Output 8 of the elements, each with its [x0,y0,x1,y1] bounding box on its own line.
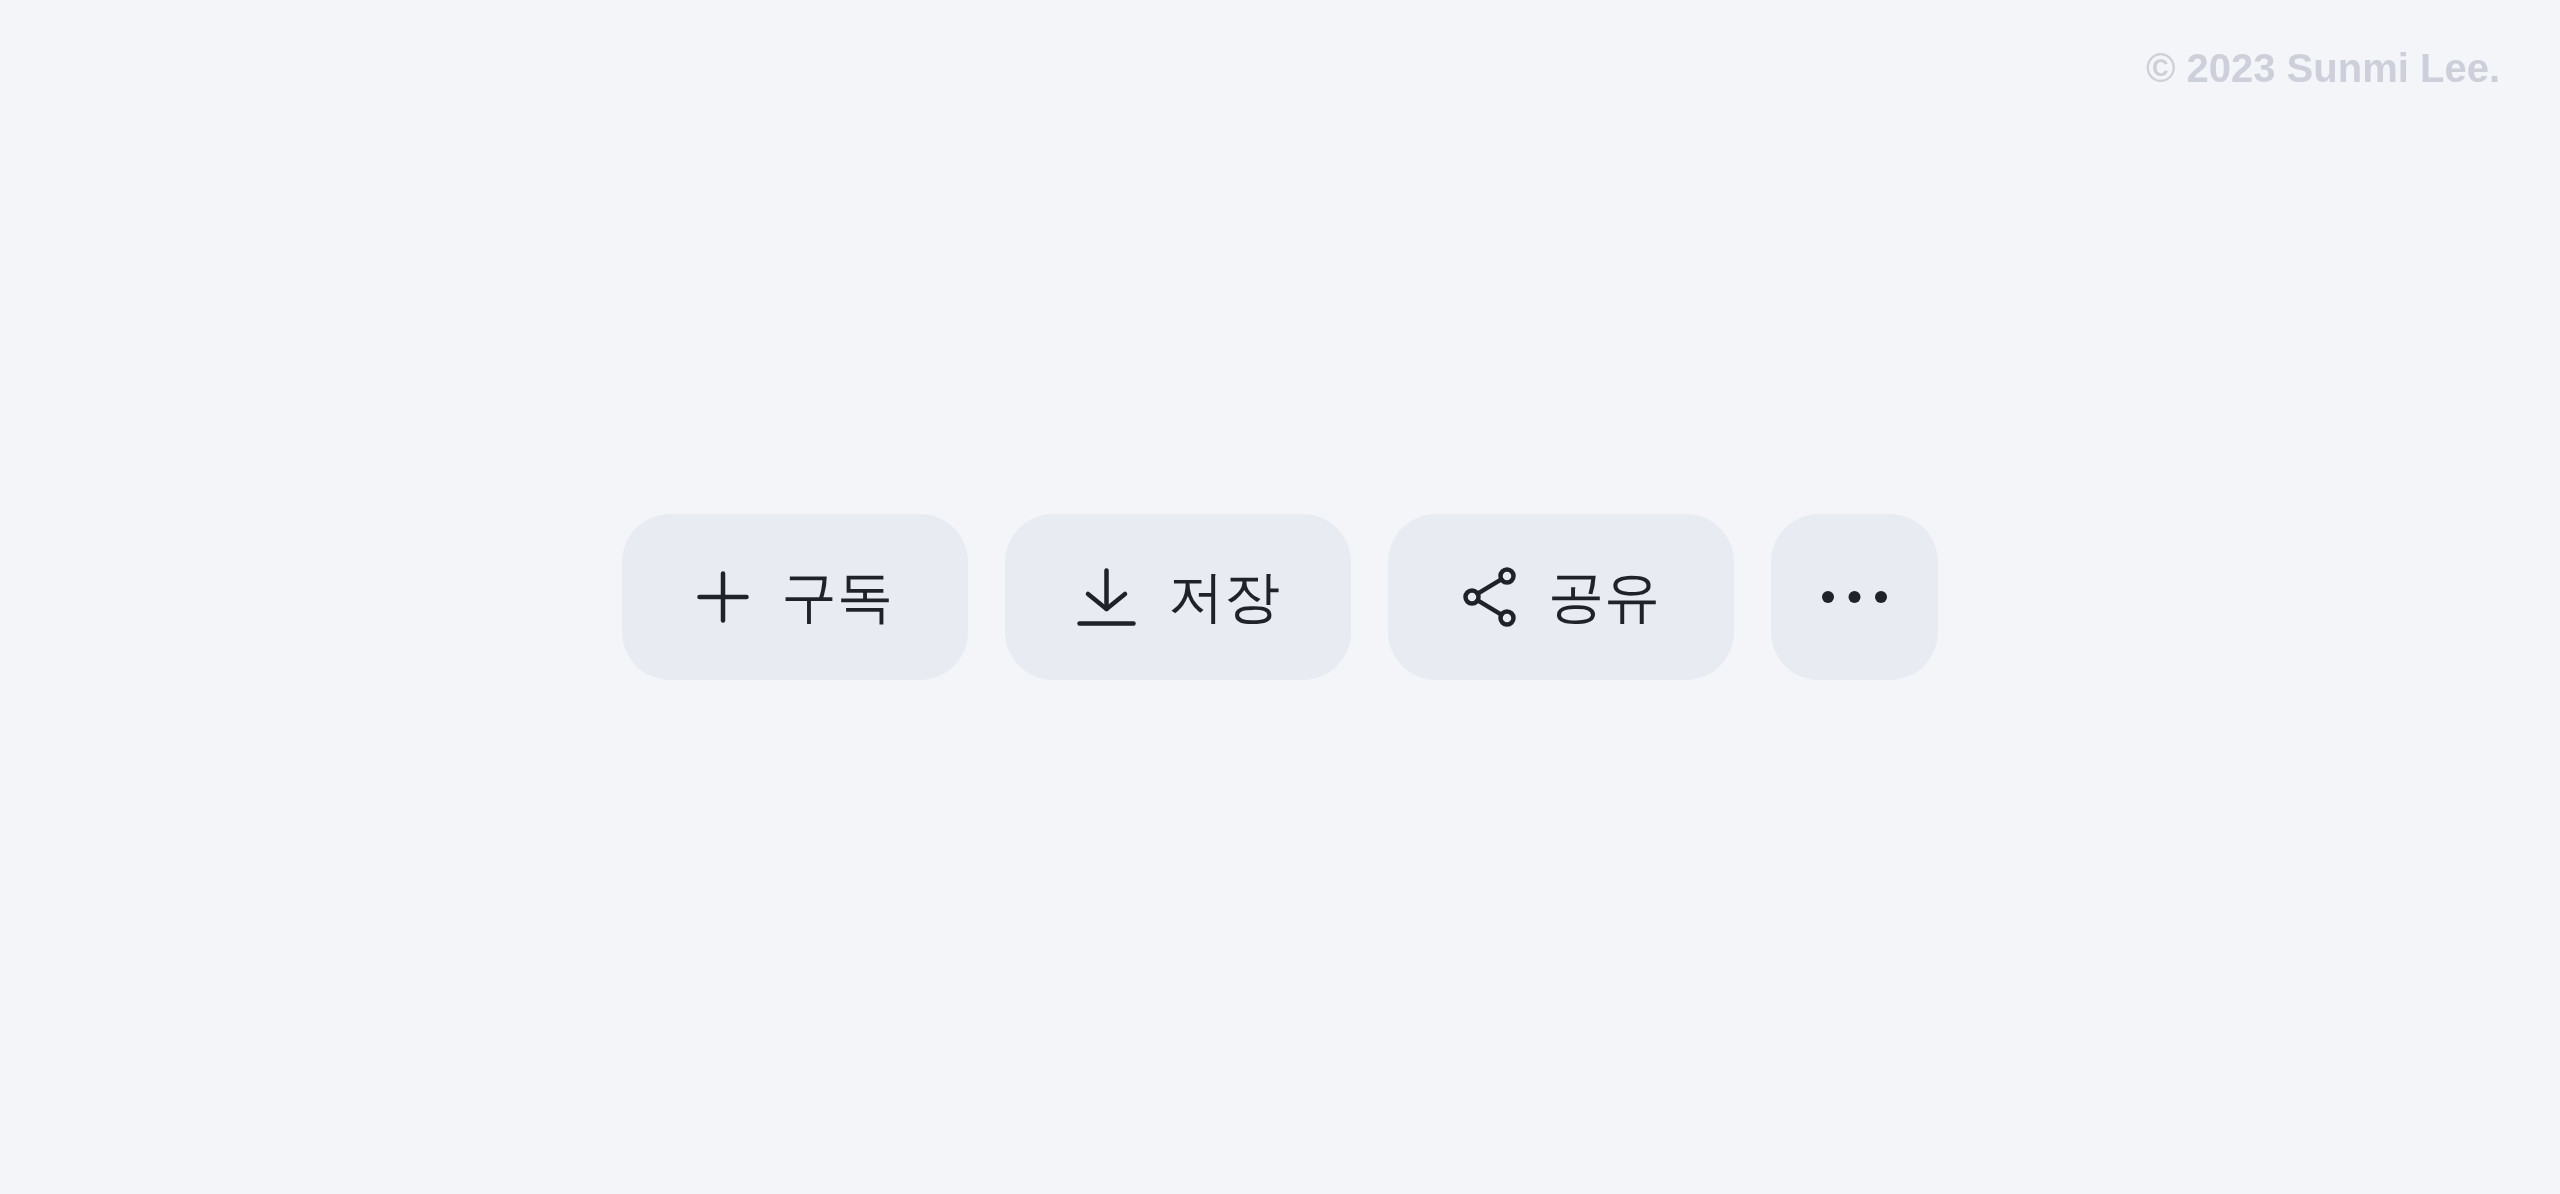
more-icon [1822,591,1887,603]
download-icon [1076,568,1136,626]
subscribe-button[interactable]: 구독 [622,514,968,680]
share-icon [1462,567,1516,627]
share-button[interactable]: 공유 [1388,514,1734,680]
save-button[interactable]: 저장 [1005,514,1351,680]
more-button[interactable] [1771,514,1938,680]
plus-icon [697,571,749,623]
